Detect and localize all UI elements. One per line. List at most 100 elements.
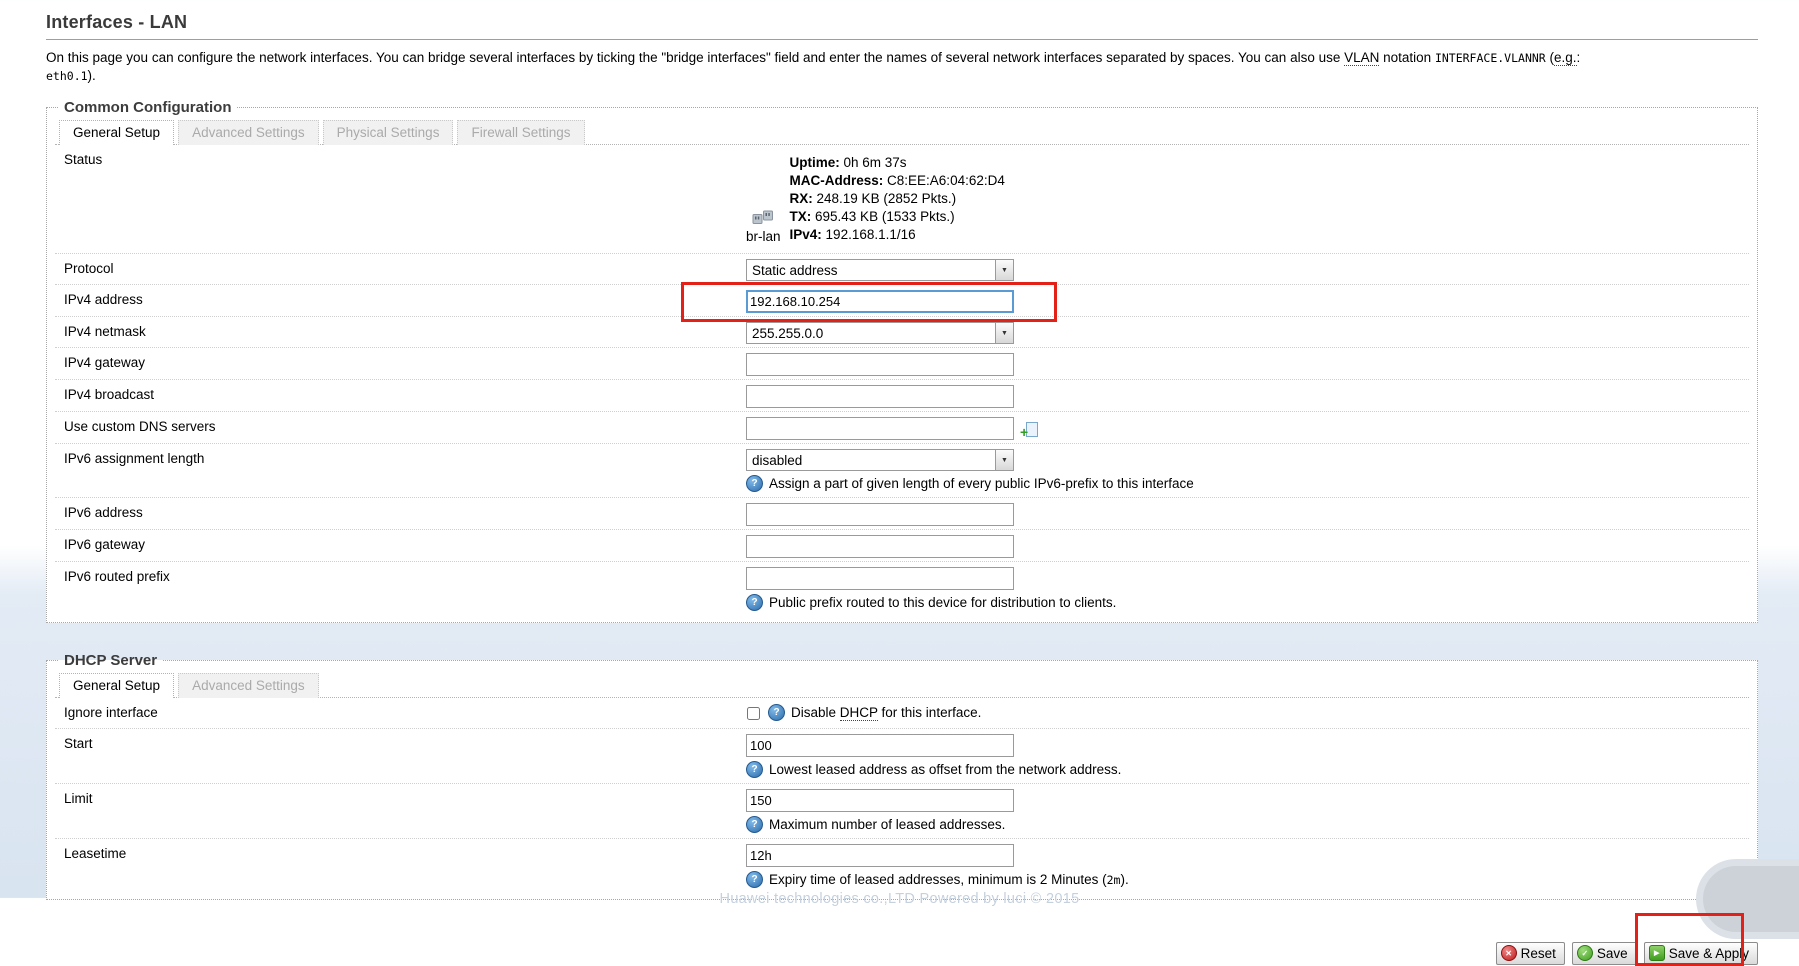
protocol-select[interactable]: Static address ▼ xyxy=(746,259,1014,281)
save-icon: ✓ xyxy=(1577,945,1593,961)
reset-button[interactable]: ✕ Reset xyxy=(1496,942,1565,965)
ipv4-address-label: IPv4 address xyxy=(55,288,746,307)
ipv6-routed-prefix-input[interactable] xyxy=(746,567,1014,590)
status-info: br-lan Uptime: 0h 6m 37s MAC-Address: C8… xyxy=(746,150,1749,250)
row-ipv6-address: IPv6 address xyxy=(55,498,1749,530)
row-ipv4-gateway: IPv4 gateway xyxy=(55,348,1749,380)
common-tabs: General Setup Advanced Settings Physical… xyxy=(55,116,1749,145)
vlan-term: VLAN xyxy=(1344,50,1379,66)
row-dhcp-leasetime: Leasetime ? Expiry time of leased addres… xyxy=(55,839,1749,893)
ignore-interface-label: Ignore interface xyxy=(55,701,746,720)
ipv6-assignment-select[interactable]: disabled ▼ xyxy=(746,449,1014,471)
save-button[interactable]: ✓ Save xyxy=(1572,942,1637,965)
dhcp-server-section: DHCP Server General Setup Advanced Setti… xyxy=(46,652,1758,900)
help-text: Public prefix routed to this device for … xyxy=(769,595,1116,610)
stat-tx: TX: 695.43 KB (1533 Pkts.) xyxy=(790,208,1005,226)
page-title: Interfaces - LAN xyxy=(46,10,1758,40)
row-ipv4-broadcast: IPv4 broadcast xyxy=(55,380,1749,412)
vlan-notation-code: INTERFACE.VLANNR xyxy=(1435,51,1546,65)
custom-dns-input[interactable] xyxy=(746,417,1014,440)
dhcp-start-input[interactable] xyxy=(746,734,1014,757)
help-icon: ? xyxy=(768,704,785,721)
save-apply-button[interactable]: ▶ Save & Apply xyxy=(1644,942,1758,965)
corner-decoration xyxy=(1703,866,1799,932)
row-ipv6-routed-prefix: IPv6 routed prefix ? Public prefix route… xyxy=(55,562,1749,616)
ipv6-routed-prefix-help: ? Public prefix routed to this device fo… xyxy=(746,594,1749,611)
ipv6-gateway-input[interactable] xyxy=(746,535,1014,558)
stat-value: 0h 6m 37s xyxy=(840,155,907,170)
stat-label: RX: xyxy=(790,191,813,206)
help-text: Expiry time of leased addresses, minimum… xyxy=(769,872,1129,887)
dhcp-leasetime-label: Leasetime xyxy=(55,842,746,861)
tab-firewall-settings[interactable]: Firewall Settings xyxy=(457,120,584,145)
ipv4-netmask-label: IPv4 netmask xyxy=(55,320,746,339)
ipv6-gateway-label: IPv6 gateway xyxy=(55,533,746,552)
eg-term: e.g. xyxy=(1554,50,1577,66)
protocol-selected-value: Static address xyxy=(747,263,843,278)
help-text: Expiry time of leased addresses, minimum… xyxy=(769,872,1107,887)
reset-button-label: Reset xyxy=(1521,946,1556,961)
action-button-bar: ✕ Reset ✓ Save ▶ Save & Apply xyxy=(46,942,1758,965)
ipv4-netmask-select[interactable]: 255.255.0.0 ▼ xyxy=(746,322,1014,344)
help-icon: ? xyxy=(746,594,763,611)
row-ignore-interface: Ignore interface ? Disable DHCP for this… xyxy=(55,698,1749,729)
stat-value: 695.43 KB (1533 Pkts.) xyxy=(811,209,954,224)
dhcp-tabs: General Setup Advanced Settings xyxy=(55,669,1749,698)
row-status: Status xyxy=(55,145,1749,254)
ipv6-assignment-selected-value: disabled xyxy=(747,453,807,468)
dhcp-tab-general-setup[interactable]: General Setup xyxy=(59,673,174,698)
row-ipv6-gateway: IPv6 gateway xyxy=(55,530,1749,562)
stat-ipv4: IPv4: 192.168.1.1/16 xyxy=(790,226,1005,244)
row-dhcp-start: Start ? Lowest leased address as offset … xyxy=(55,729,1749,784)
description-text: ( xyxy=(1546,50,1554,65)
help-text: ). xyxy=(1120,872,1128,887)
dhcp-term: DHCP xyxy=(840,705,878,721)
ignore-interface-checkbox[interactable] xyxy=(747,707,760,720)
ipv6-assignment-label: IPv6 assignment length xyxy=(55,447,746,466)
chevron-down-icon: ▼ xyxy=(995,260,1013,280)
status-stats: Uptime: 0h 6m 37s MAC-Address: C8:EE:A6:… xyxy=(790,154,1005,244)
save-button-label: Save xyxy=(1597,946,1628,961)
ipv4-address-input[interactable] xyxy=(746,290,1014,313)
dhcp-tab-advanced-settings[interactable]: Advanced Settings xyxy=(178,673,319,698)
common-configuration-section: Common Configuration General Setup Advan… xyxy=(46,99,1758,623)
row-ipv4-netmask: IPv4 netmask 255.255.0.0 ▼ xyxy=(55,317,1749,348)
ignore-interface-help: Disable DHCP for this interface. xyxy=(791,705,981,720)
ipv6-address-input[interactable] xyxy=(746,503,1014,526)
save-apply-icon: ▶ xyxy=(1649,945,1665,961)
dhcp-limit-input[interactable] xyxy=(746,789,1014,812)
help-icon: ? xyxy=(746,761,763,778)
add-entry-icon[interactable]: + xyxy=(1021,421,1038,438)
help-icon: ? xyxy=(746,816,763,833)
page-description: On this page you can configure the netwo… xyxy=(46,49,1758,85)
dhcp-limit-help: ? Maximum number of leased addresses. xyxy=(746,816,1749,833)
row-custom-dns: Use custom DNS servers + xyxy=(55,412,1749,444)
tab-advanced-settings[interactable]: Advanced Settings xyxy=(178,120,319,145)
status-label: Status xyxy=(55,148,746,167)
help-icon: ? xyxy=(746,871,763,888)
page-content: Interfaces - LAN On this page you can co… xyxy=(46,10,1758,965)
stat-value: C8:EE:A6:04:62:D4 xyxy=(883,173,1005,188)
stat-label: IPv4: xyxy=(790,227,822,242)
stat-mac: MAC-Address: C8:EE:A6:04:62:D4 xyxy=(790,172,1005,190)
row-ipv4-address: IPv4 address xyxy=(55,285,1749,317)
ipv6-address-label: IPv6 address xyxy=(55,501,746,520)
protocol-label: Protocol xyxy=(55,257,746,276)
common-configuration-legend: Common Configuration xyxy=(59,99,236,116)
ipv4-gateway-input[interactable] xyxy=(746,353,1014,376)
dhcp-start-label: Start xyxy=(55,732,746,751)
dhcp-leasetime-input[interactable] xyxy=(746,844,1014,867)
help-text: for this interface. xyxy=(878,705,982,720)
ipv4-broadcast-input[interactable] xyxy=(746,385,1014,408)
device-name: br-lan xyxy=(746,229,781,244)
row-dhcp-limit: Limit ? Maximum number of leased address… xyxy=(55,784,1749,839)
row-protocol: Protocol Static address ▼ xyxy=(55,254,1749,285)
stat-label: Uptime: xyxy=(790,155,840,170)
footer-text: Huawei technologies co.,LTD Powered by l… xyxy=(0,891,1799,907)
stat-rx: RX: 248.19 KB (2852 Pkts.) xyxy=(790,190,1005,208)
tab-general-setup[interactable]: General Setup xyxy=(59,120,174,145)
tab-physical-settings[interactable]: Physical Settings xyxy=(323,120,454,145)
chevron-down-icon: ▼ xyxy=(995,450,1013,470)
save-apply-button-label: Save & Apply xyxy=(1669,946,1749,961)
help-icon: ? xyxy=(746,475,763,492)
